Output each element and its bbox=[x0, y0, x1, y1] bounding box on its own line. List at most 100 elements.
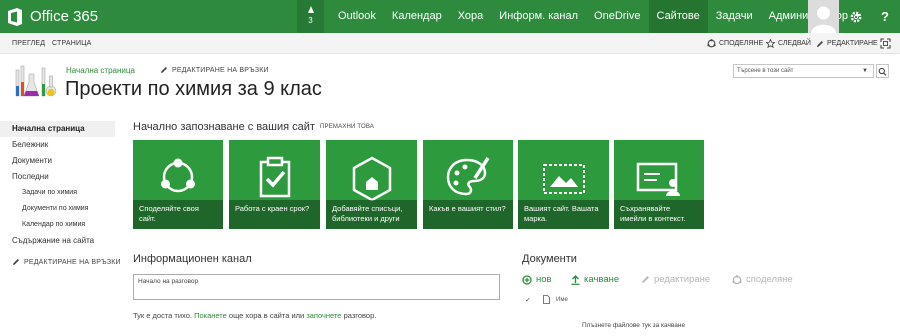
edit-links-top[interactable]: РЕДАКТИРАНЕ НА ВРЪЗКИ bbox=[160, 66, 269, 74]
ribbon: ПРЕГЛЕД СТРАНИЦА СПОДЕЛЯНЕ СЛЕДВАЙ РЕДАК… bbox=[0, 33, 900, 54]
notifications-button[interactable]: 3 bbox=[297, 0, 324, 33]
upload-label: качване bbox=[584, 274, 620, 285]
follow-action[interactable]: СЛЕДВАЙ bbox=[766, 33, 811, 54]
topnav-people[interactable]: Хора bbox=[450, 0, 492, 33]
mailbox-icon bbox=[636, 162, 680, 196]
share-action-label: СПОДЕЛЯНЕ bbox=[719, 40, 764, 47]
topnav-newsfeed[interactable]: Информ. канал bbox=[491, 0, 586, 33]
avatar[interactable] bbox=[808, 0, 839, 33]
share-document-label: споделяне bbox=[746, 274, 793, 285]
share-icon bbox=[732, 274, 742, 284]
edit-action[interactable]: РЕДАКТИРАНЕ bbox=[816, 33, 878, 54]
help-button[interactable]: ? bbox=[872, 0, 898, 33]
office-logo-icon bbox=[8, 7, 22, 26]
topnav-sites[interactable]: Сайтове bbox=[648, 0, 708, 33]
plus-circle-icon bbox=[522, 274, 532, 285]
topnav-calendar[interactable]: Календар bbox=[384, 0, 450, 33]
user-silhouette-icon bbox=[808, 0, 839, 33]
nav-item-site-contents[interactable]: Съдържание на сайта bbox=[12, 233, 117, 249]
drop-files-hint: Плъзнете файлове тук за качване bbox=[582, 322, 686, 329]
upload-button[interactable]: качване bbox=[571, 274, 619, 285]
tile-caption: Вашият сайт. Вашата марка. bbox=[518, 200, 609, 229]
share-icon bbox=[707, 39, 716, 48]
nav-item-notebook[interactable]: Бележник bbox=[12, 137, 117, 153]
edit-links-left[interactable]: РЕДАКТИРАНЕ НА ВРЪЗКИ bbox=[12, 258, 121, 266]
tab-page[interactable]: СТРАНИЦА bbox=[52, 33, 92, 54]
nav-item-documents[interactable]: Документи bbox=[12, 153, 117, 169]
new-document-label: нов bbox=[536, 274, 552, 285]
quiet-prefix: Тук е доста тихо. bbox=[133, 311, 195, 320]
tile-brand[interactable]: Вашият сайт. Вашата марка. bbox=[518, 140, 609, 229]
edit-links-left-label: РЕДАКТИРАНЕ НА ВРЪЗКИ bbox=[24, 258, 121, 266]
new-document-button[interactable]: нов bbox=[522, 274, 552, 285]
nav-item-home[interactable]: Начална страница bbox=[0, 121, 115, 137]
tile-caption: Добавяйте списъци, библиотеки и други bbox=[326, 200, 417, 229]
invite-link[interactable]: Поканете bbox=[194, 311, 227, 320]
start-conversation-link[interactable]: започнете bbox=[306, 311, 341, 320]
topnav-onedrive[interactable]: OneDrive bbox=[586, 0, 648, 33]
tile-caption: Какъв е вашият стил? bbox=[423, 200, 513, 229]
nav-item-recent[interactable]: Последни bbox=[12, 169, 117, 185]
file-type-icon bbox=[543, 295, 550, 304]
tile-caption: Споделяйте своя сайт. bbox=[133, 200, 223, 229]
name-column-header[interactable]: Име bbox=[556, 297, 568, 303]
star-icon bbox=[766, 39, 775, 48]
topnav-outlook[interactable]: Outlook bbox=[330, 0, 384, 33]
pencil-icon bbox=[161, 67, 167, 73]
search-input[interactable]: Търсене в този сайт bbox=[733, 64, 874, 78]
select-all-checkbox[interactable]: ✓ bbox=[525, 296, 531, 304]
share-document-button[interactable]: споделяне bbox=[732, 274, 793, 285]
edit-action-label: РЕДАКТИРАНЕ bbox=[827, 40, 878, 47]
quiet-middle: още хора в сайта или bbox=[226, 311, 307, 320]
gear-icon bbox=[850, 11, 862, 22]
settings-button[interactable] bbox=[843, 0, 869, 33]
upload-arrow-icon bbox=[571, 274, 580, 285]
pencil-icon bbox=[642, 276, 649, 283]
start-conversation-input[interactable]: Начало на разговор bbox=[133, 274, 500, 300]
tile-add-lists[interactable]: Добавяйте списъци, библиотеки и други bbox=[326, 140, 417, 229]
brand-label: Office 365 bbox=[30, 8, 99, 25]
search-button[interactable] bbox=[876, 64, 889, 78]
tile-share-site[interactable]: Споделяйте своя сайт. bbox=[133, 140, 223, 229]
newsfeed-title: Информационен канал bbox=[133, 253, 252, 265]
share-action[interactable]: СПОДЕЛЯНЕ bbox=[707, 33, 763, 54]
search-icon bbox=[878, 67, 887, 76]
pencil-icon bbox=[13, 259, 19, 265]
getting-started-title: Начално запознаване с вашия сайт bbox=[133, 121, 315, 133]
breadcrumb-home-link[interactable]: Начална страница bbox=[66, 66, 135, 75]
nav-item-chem-tasks[interactable]: Задачи по химия bbox=[12, 185, 117, 201]
office365-brand[interactable]: Office 365 bbox=[0, 0, 98, 33]
quick-launch: Начална страница Бележник Документи Посл… bbox=[0, 121, 117, 249]
edit-links-top-label: РЕДАКТИРАНЕ НА ВРЪЗКИ bbox=[172, 66, 269, 74]
bell-icon bbox=[307, 6, 314, 13]
picture-icon bbox=[542, 164, 585, 194]
tile-deadline[interactable]: Работа с краен срок? bbox=[229, 140, 320, 229]
suite-bar: Office 365 3 Outlook Календар Хора Инфор… bbox=[0, 0, 900, 33]
share-icon bbox=[161, 158, 195, 193]
topnav-tasks[interactable]: Задачи bbox=[708, 0, 761, 33]
follow-action-label: СЛЕДВАЙ bbox=[778, 40, 811, 47]
quiet-suffix: разговор. bbox=[341, 311, 377, 320]
remove-getting-started-link[interactable]: ПРЕМАХНИ ТОВА bbox=[320, 124, 374, 130]
edit-document-label: редактиране bbox=[654, 274, 711, 285]
top-nav: Outlook Календар Хора Информ. канал OneD… bbox=[330, 0, 869, 33]
clipboard-check-icon bbox=[259, 156, 290, 198]
tile-caption: Работа с краен срок? bbox=[229, 200, 320, 229]
search-scope-dropdown-icon[interactable]: ▼ bbox=[862, 68, 868, 74]
page-title: Проекти по химия за 9 клас bbox=[65, 78, 322, 100]
focus-mode-icon[interactable] bbox=[880, 38, 891, 49]
site-logo[interactable] bbox=[12, 64, 58, 104]
tile-caption: Съхранявайте имейли в контекст. bbox=[614, 200, 704, 229]
nav-item-chem-docs[interactable]: Документи по химия bbox=[12, 201, 117, 217]
edit-document-button[interactable]: редактиране bbox=[641, 274, 710, 285]
palette-icon bbox=[446, 157, 490, 196]
add-app-icon bbox=[352, 156, 391, 202]
nav-item-chem-calendar[interactable]: Календар по химия bbox=[12, 217, 117, 233]
tab-browse[interactable]: ПРЕГЛЕД bbox=[12, 33, 45, 54]
newsfeed-empty-message: Тук е доста тихо. Поканете още хора в са… bbox=[133, 311, 376, 320]
tile-style[interactable]: Какъв е вашият стил? bbox=[423, 140, 513, 229]
notifications-count: 3 bbox=[308, 16, 313, 25]
pencil-icon bbox=[817, 40, 823, 47]
tile-mailbox[interactable]: Съхранявайте имейли в контекст. bbox=[614, 140, 704, 229]
documents-title: Документи bbox=[522, 253, 577, 265]
